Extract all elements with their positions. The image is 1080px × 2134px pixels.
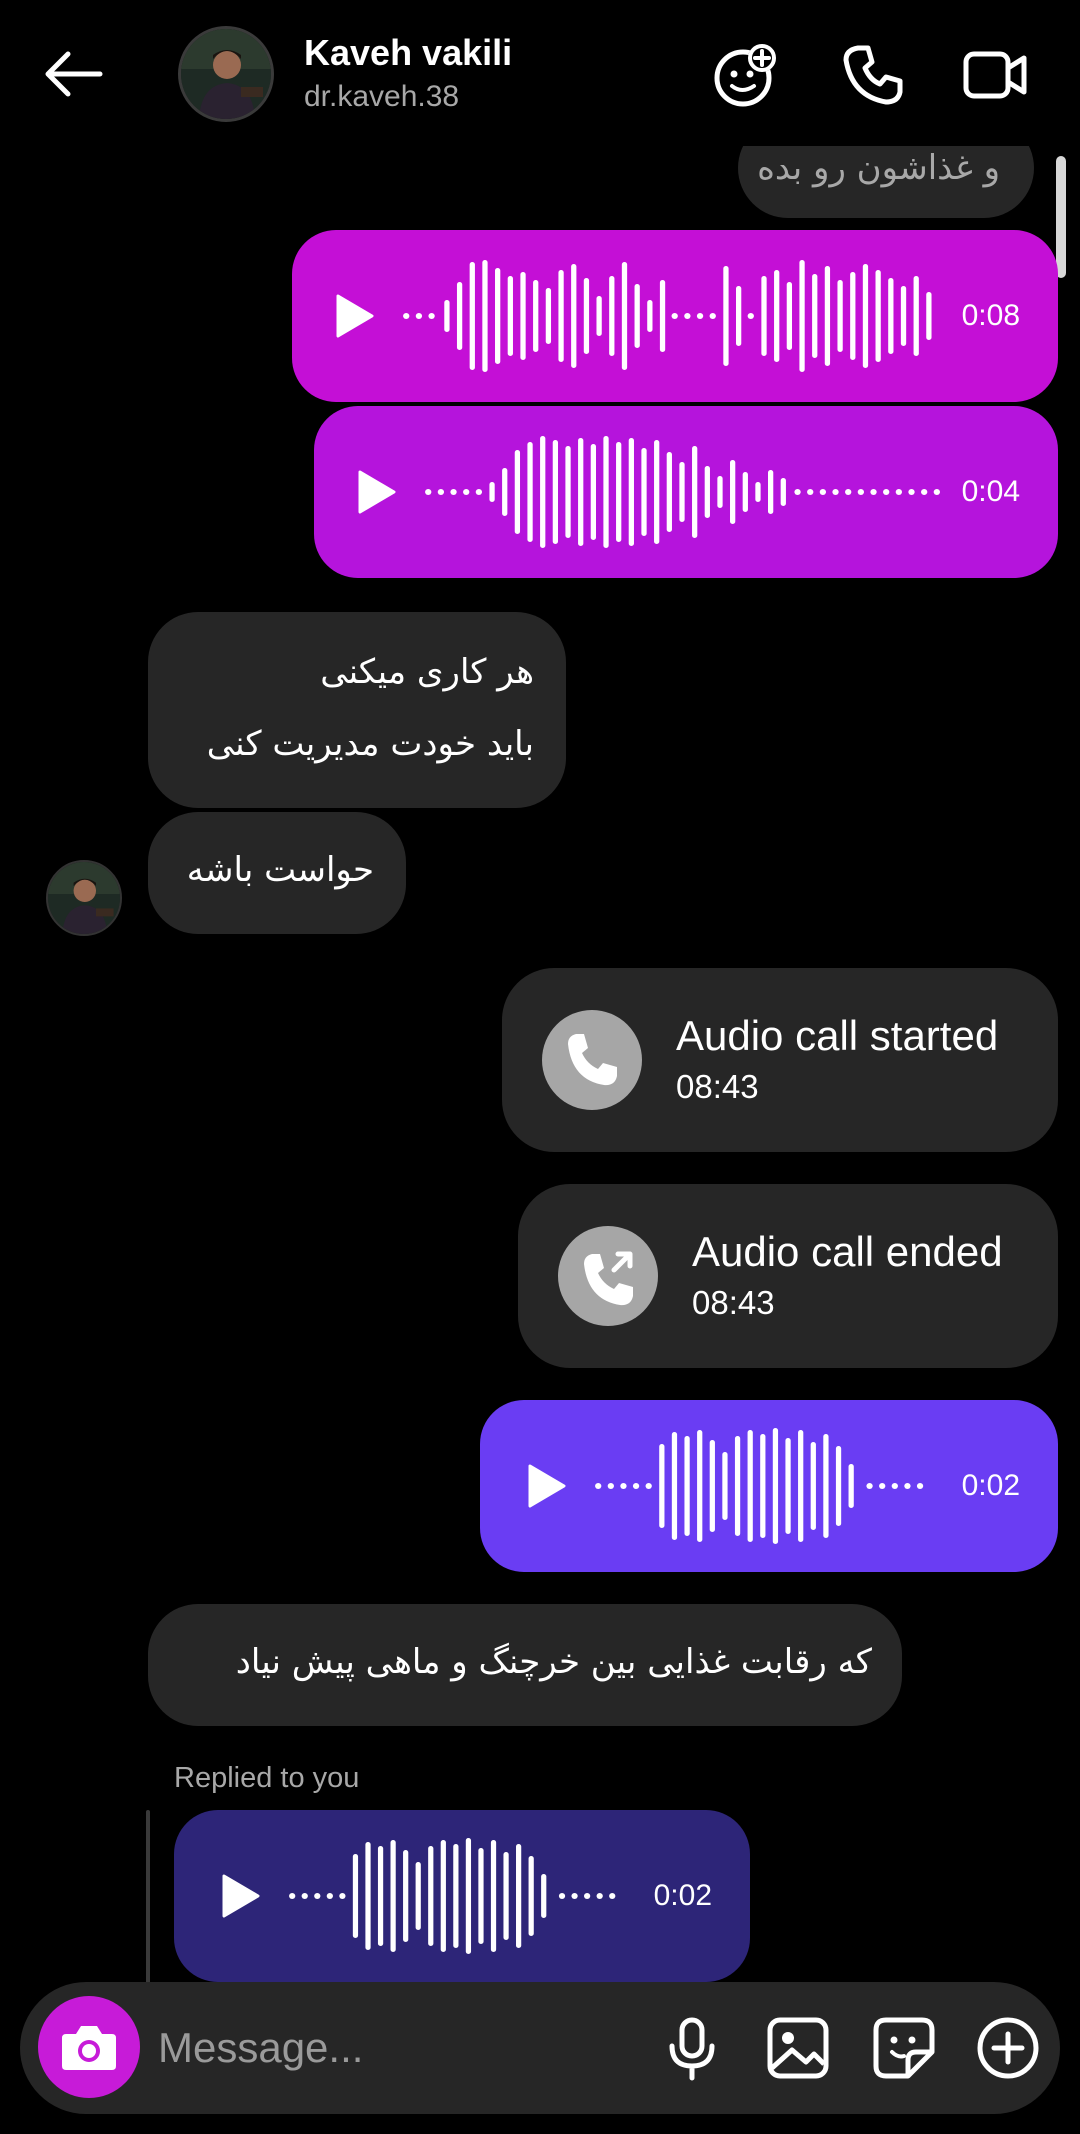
call-time: 08:43 — [692, 1284, 775, 1321]
camera-icon — [62, 2026, 116, 2070]
call-started-card[interactable]: Audio call started 08:43 — [502, 968, 1058, 1152]
contact-name[interactable]: Kaveh vakili — [304, 32, 512, 74]
gallery-icon[interactable] — [762, 2012, 834, 2084]
play-icon[interactable] — [526, 1464, 566, 1508]
waveform — [289, 1838, 616, 1954]
message-bubble-incoming[interactable]: حواست باشه — [148, 812, 406, 934]
waveform — [403, 260, 932, 372]
call-title: Audio call ended — [692, 1228, 1003, 1275]
message-text: و غذاشون رو بده — [757, 148, 1000, 188]
avatar[interactable] — [46, 860, 122, 936]
call-time: 08:43 — [676, 1068, 759, 1105]
waveform — [425, 436, 941, 548]
play-icon[interactable] — [356, 470, 396, 514]
message-input[interactable] — [158, 2010, 638, 2086]
message-composer — [20, 1982, 1060, 2114]
plus-icon[interactable] — [972, 2012, 1044, 2084]
video-icon[interactable] — [960, 40, 1030, 110]
reply-indicator-bar — [146, 1810, 150, 1990]
microphone-icon[interactable] — [656, 2012, 728, 2084]
message-bubble-incoming[interactable]: که رقابت غذایی بین خرچنگ و ماهی پیش نیاد — [148, 1604, 902, 1726]
message-bubble-incoming[interactable]: هر کاری میکنی باید خودت مدیریت کنی — [148, 612, 566, 808]
sticker-icon[interactable] — [868, 2012, 940, 2084]
message-text: باید خودت مدیریت کنی — [206, 724, 534, 764]
voice-message[interactable]: 0:04 — [314, 406, 1058, 578]
message-text: که رقابت غذایی بین خرچنگ و ماهی پیش نیاد — [235, 1642, 872, 1682]
play-icon[interactable] — [334, 294, 374, 338]
avatar[interactable] — [178, 26, 274, 122]
voice-duration: 0:04 — [961, 475, 1020, 508]
contact-username[interactable]: dr.kaveh.38 — [304, 80, 459, 114]
chat-header: Kaveh vakili dr.kaveh.38 — [0, 0, 1080, 146]
voice-duration: 0:02 — [961, 1469, 1020, 1502]
message-text: هر کاری میکنی — [320, 652, 534, 692]
phone-icon — [542, 1010, 642, 1110]
back-arrow-icon[interactable] — [38, 44, 108, 104]
call-title: Audio call started — [676, 1012, 999, 1059]
message-text: حواست باشه — [186, 850, 374, 890]
play-icon[interactable] — [220, 1874, 260, 1918]
reply-label: Replied to you — [174, 1762, 360, 1794]
camera-button[interactable] — [38, 1996, 140, 2098]
phone-icon[interactable] — [838, 40, 908, 110]
voice-message[interactable]: 0:02 — [174, 1810, 750, 1982]
waveform — [595, 1428, 924, 1544]
effects-face-icon[interactable] — [710, 40, 780, 110]
call-ended-card[interactable]: Audio call ended 08:43 — [518, 1184, 1058, 1368]
scrollbar[interactable] — [1056, 156, 1066, 278]
voice-duration: 0:08 — [961, 299, 1020, 332]
voice-message[interactable]: 0:02 — [480, 1400, 1058, 1572]
phone-outgoing-icon — [558, 1226, 658, 1326]
voice-duration: 0:02 — [653, 1879, 712, 1912]
voice-message[interactable]: 0:08 — [292, 230, 1058, 402]
